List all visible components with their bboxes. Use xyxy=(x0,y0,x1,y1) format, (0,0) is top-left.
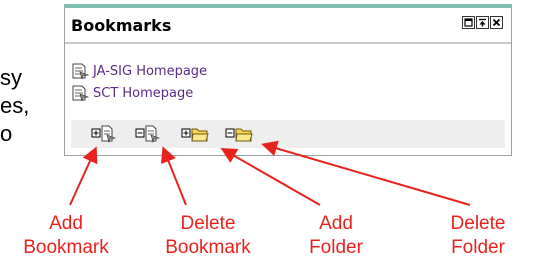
arrow-delete-bookmark xyxy=(161,146,187,206)
annotation-add-bookmark: Add Bookmark xyxy=(23,213,109,258)
delete-folder-icon[interactable] xyxy=(225,125,253,143)
bookmark-page-icon xyxy=(72,63,89,79)
bookmark-label: SCT Homepage xyxy=(93,85,194,101)
window-controls xyxy=(462,16,503,29)
minimize-icon[interactable] xyxy=(476,16,489,29)
background-text-2: es, xyxy=(0,93,30,118)
arrow-add-folder xyxy=(220,148,321,206)
channel-title: Bookmarks xyxy=(71,16,172,35)
add-bookmark-icon[interactable] xyxy=(91,125,117,143)
add-folder-icon[interactable] xyxy=(181,125,209,143)
background-text-3: o xyxy=(0,121,13,146)
bookmark-page-icon xyxy=(72,85,89,101)
annotation-delete-bookmark: Delete Bookmark xyxy=(165,213,251,258)
annotation-add-folder: Add Folder xyxy=(309,213,363,258)
delete-bookmark-icon[interactable] xyxy=(135,125,161,143)
bookmark-item[interactable]: SCT Homepage xyxy=(71,82,207,104)
close-icon[interactable] xyxy=(490,16,503,29)
bookmark-list: JA-SIG Homepage SCT Homepage xyxy=(71,60,207,104)
bookmark-toolbar xyxy=(71,120,505,148)
restore-icon[interactable] xyxy=(462,16,475,29)
arrow-add-bookmark xyxy=(69,146,98,206)
background-text-1: sy xyxy=(0,65,22,90)
channel-header: Bookmarks xyxy=(65,8,511,44)
annotation-delete-folder: Delete Folder xyxy=(450,213,506,258)
bookmark-item[interactable]: JA-SIG Homepage xyxy=(71,60,207,82)
bookmarks-channel: Bookmarks JA-SIG Homepage SCT Homepage xyxy=(64,4,512,156)
bookmark-label: JA-SIG Homepage xyxy=(93,63,208,79)
